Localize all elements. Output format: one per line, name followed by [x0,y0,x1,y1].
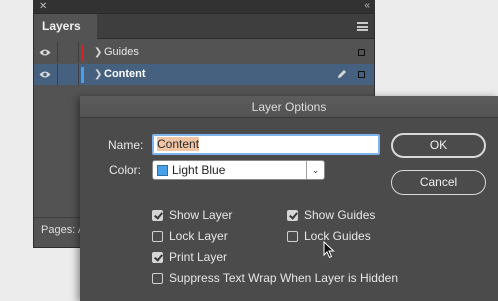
pages-status: Pages: A [41,224,86,236]
name-field-value: Content [157,137,200,151]
checkbox-box[interactable] [152,209,163,221]
layer-color-bar [81,45,84,61]
color-swatch [157,165,168,176]
mouse-cursor-icon [323,241,335,259]
eye-icon [39,49,51,56]
panel-titlebar: ✕ ‹‹ [33,0,375,14]
checkbox-label: Suppress Text Wrap When Layer is Hidden [169,271,399,285]
checkbox-label: Show Layer [169,208,233,222]
pencil-icon [338,70,346,78]
checkbox-label: Lock Layer [169,229,228,243]
eye-icon [39,71,51,78]
visibility-toggle[interactable] [34,64,57,85]
layer-row-content[interactable]: ❯ Content [34,64,374,85]
close-panel-icon[interactable]: ✕ [39,0,47,13]
checkbox-box[interactable] [152,251,163,263]
layer-row-guides[interactable]: ❯ Guides [34,42,374,63]
show-layer-checkbox[interactable]: Show Layer [152,208,232,222]
checkbox-label: Lock Guides [304,229,371,243]
checkbox-label: Print Layer [169,250,228,264]
lock-toggle[interactable] [57,42,79,63]
layer-selection-square[interactable] [358,71,365,78]
chevron-right-icon[interactable]: ❯ [94,67,102,82]
collapse-panel-icon[interactable]: ‹‹ [364,0,370,12]
checkbox-box[interactable] [287,209,298,221]
ok-button[interactable]: OK [391,133,486,158]
layer-selection-square[interactable] [358,49,365,56]
layer-color-bar [81,67,84,83]
color-dropdown-value: Light Blue [172,163,226,177]
layer-name: Content [104,68,146,80]
show-guides-checkbox[interactable]: Show Guides [287,208,375,222]
checkbox-box[interactable] [152,230,163,242]
checkbox-box[interactable] [287,230,298,242]
dialog-title: Layer Options [80,96,498,118]
color-label: Color: [109,163,142,177]
print-layer-checkbox[interactable]: Print Layer [152,250,227,264]
visibility-toggle[interactable] [34,42,57,63]
chevron-down-icon[interactable]: ⌄ [306,161,324,179]
cancel-button[interactable]: Cancel [391,170,486,195]
panel-tab-bar: Layers [34,14,374,39]
color-dropdown[interactable]: Light Blue ⌄ [152,160,325,180]
lock-toggle[interactable] [57,64,79,85]
checkbox-label: Show Guides [304,208,376,222]
chevron-right-icon[interactable]: ❯ [94,45,102,60]
hamburger-menu-icon[interactable] [357,22,368,31]
lock-layer-checkbox[interactable]: Lock Layer [152,229,228,243]
tab-layers[interactable]: Layers [34,14,97,39]
layer-options-dialog: Layer Options Name: Content Color: Light… [80,96,498,301]
checkbox-box[interactable] [152,272,163,284]
name-label: Name: [108,138,144,152]
name-field[interactable]: Content [152,134,380,155]
layer-name: Guides [104,46,139,58]
suppress-text-wrap-checkbox[interactable]: Suppress Text Wrap When Layer is Hidden [152,271,398,285]
